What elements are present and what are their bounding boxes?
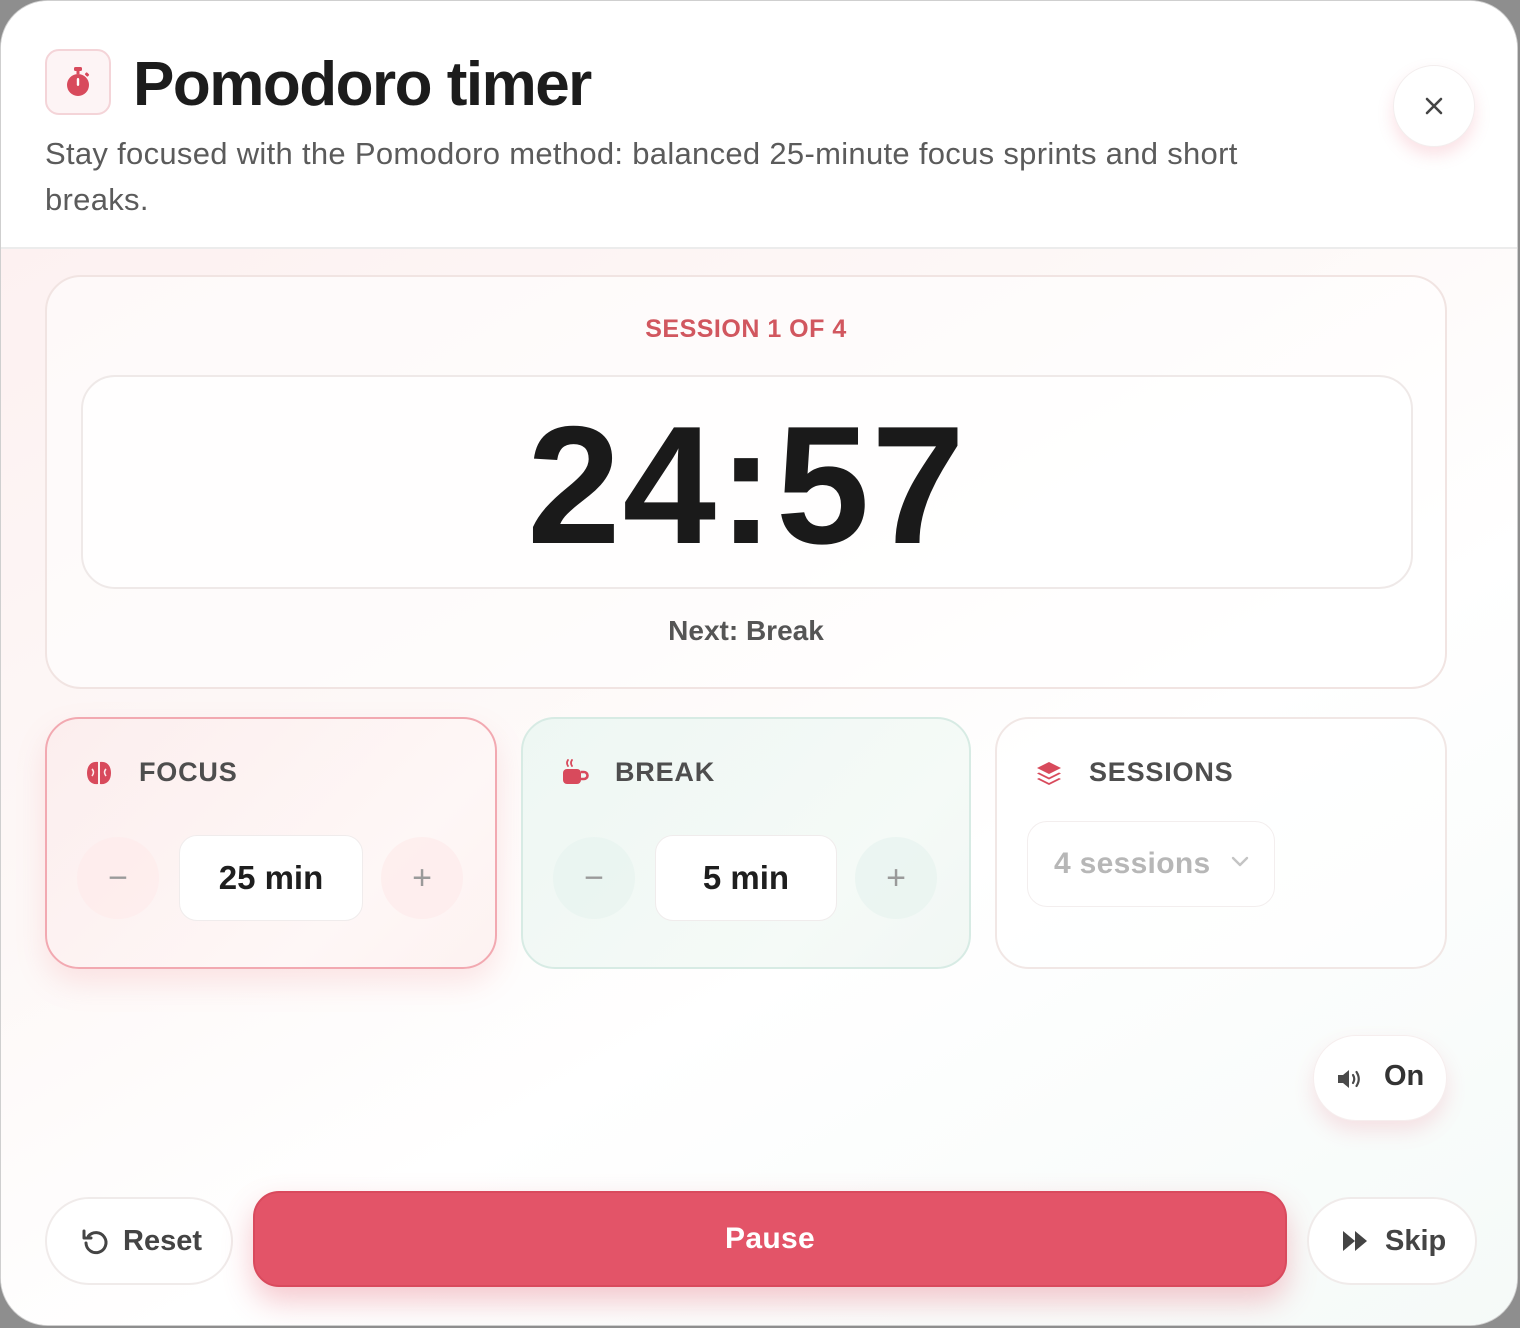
break-increment-button[interactable]: + xyxy=(855,837,937,919)
session-counter: SESSION 1 OF 4 xyxy=(645,315,847,343)
focus-duration-value: 25 min xyxy=(179,835,363,921)
break-duration-value: 5 min xyxy=(655,835,837,921)
focus-decrement-button[interactable]: − xyxy=(77,837,159,919)
close-button[interactable] xyxy=(1393,65,1475,147)
layers-icon xyxy=(1033,757,1065,789)
skip-button[interactable]: Skip xyxy=(1307,1197,1477,1285)
countdown-time: 24:57 xyxy=(527,391,967,579)
page-subtitle: Stay focused with the Pomodoro method: b… xyxy=(45,136,1238,217)
focus-card: FOCUS − 25 min + xyxy=(45,717,497,969)
dialog-content: SESSION 1 OF 4 24:57 Next: Break FOCUS −… xyxy=(1,249,1517,1325)
focus-title: FOCUS xyxy=(139,757,238,787)
break-card: BREAK − 5 min + xyxy=(521,717,971,969)
reset-label: Reset xyxy=(123,1225,202,1257)
sound-toggle-button[interactable]: On xyxy=(1313,1035,1447,1121)
break-decrement-button[interactable]: − xyxy=(553,837,635,919)
focus-increment-button[interactable]: + xyxy=(381,837,463,919)
page-title: Pomodoro timer xyxy=(133,50,592,119)
sessions-title: SESSIONS xyxy=(1089,757,1234,787)
break-title: BREAK xyxy=(615,757,716,787)
coffee-icon xyxy=(559,757,591,789)
sessions-select[interactable]: 4 sessions xyxy=(1027,821,1275,907)
brain-icon xyxy=(83,757,115,789)
speaker-icon xyxy=(1338,1070,1360,1088)
chevron-down-icon xyxy=(1231,856,1249,867)
time-display: 24:57 xyxy=(81,375,1413,589)
pause-button[interactable]: Pause xyxy=(253,1191,1287,1287)
reset-button[interactable]: Reset xyxy=(45,1197,233,1285)
sound-toggle-label: On xyxy=(1384,1060,1425,1092)
stopwatch-icon xyxy=(45,49,111,115)
sessions-card: SESSIONS 4 sessions xyxy=(995,717,1447,969)
skip-label: Skip xyxy=(1385,1225,1447,1257)
pomodoro-dialog: Pomodoro timer Stay focused with the Pom… xyxy=(0,0,1518,1326)
sessions-select-value: 4 sessions xyxy=(1054,847,1211,880)
reset-icon xyxy=(82,1229,108,1255)
timer-card: SESSION 1 OF 4 24:57 Next: Break xyxy=(45,275,1447,689)
next-phase-label: Next: Break xyxy=(668,615,824,646)
fast-forward-icon xyxy=(1343,1231,1367,1251)
dialog-header: Pomodoro timer Stay focused with the Pom… xyxy=(1,1,1517,249)
close-icon xyxy=(1425,97,1443,115)
